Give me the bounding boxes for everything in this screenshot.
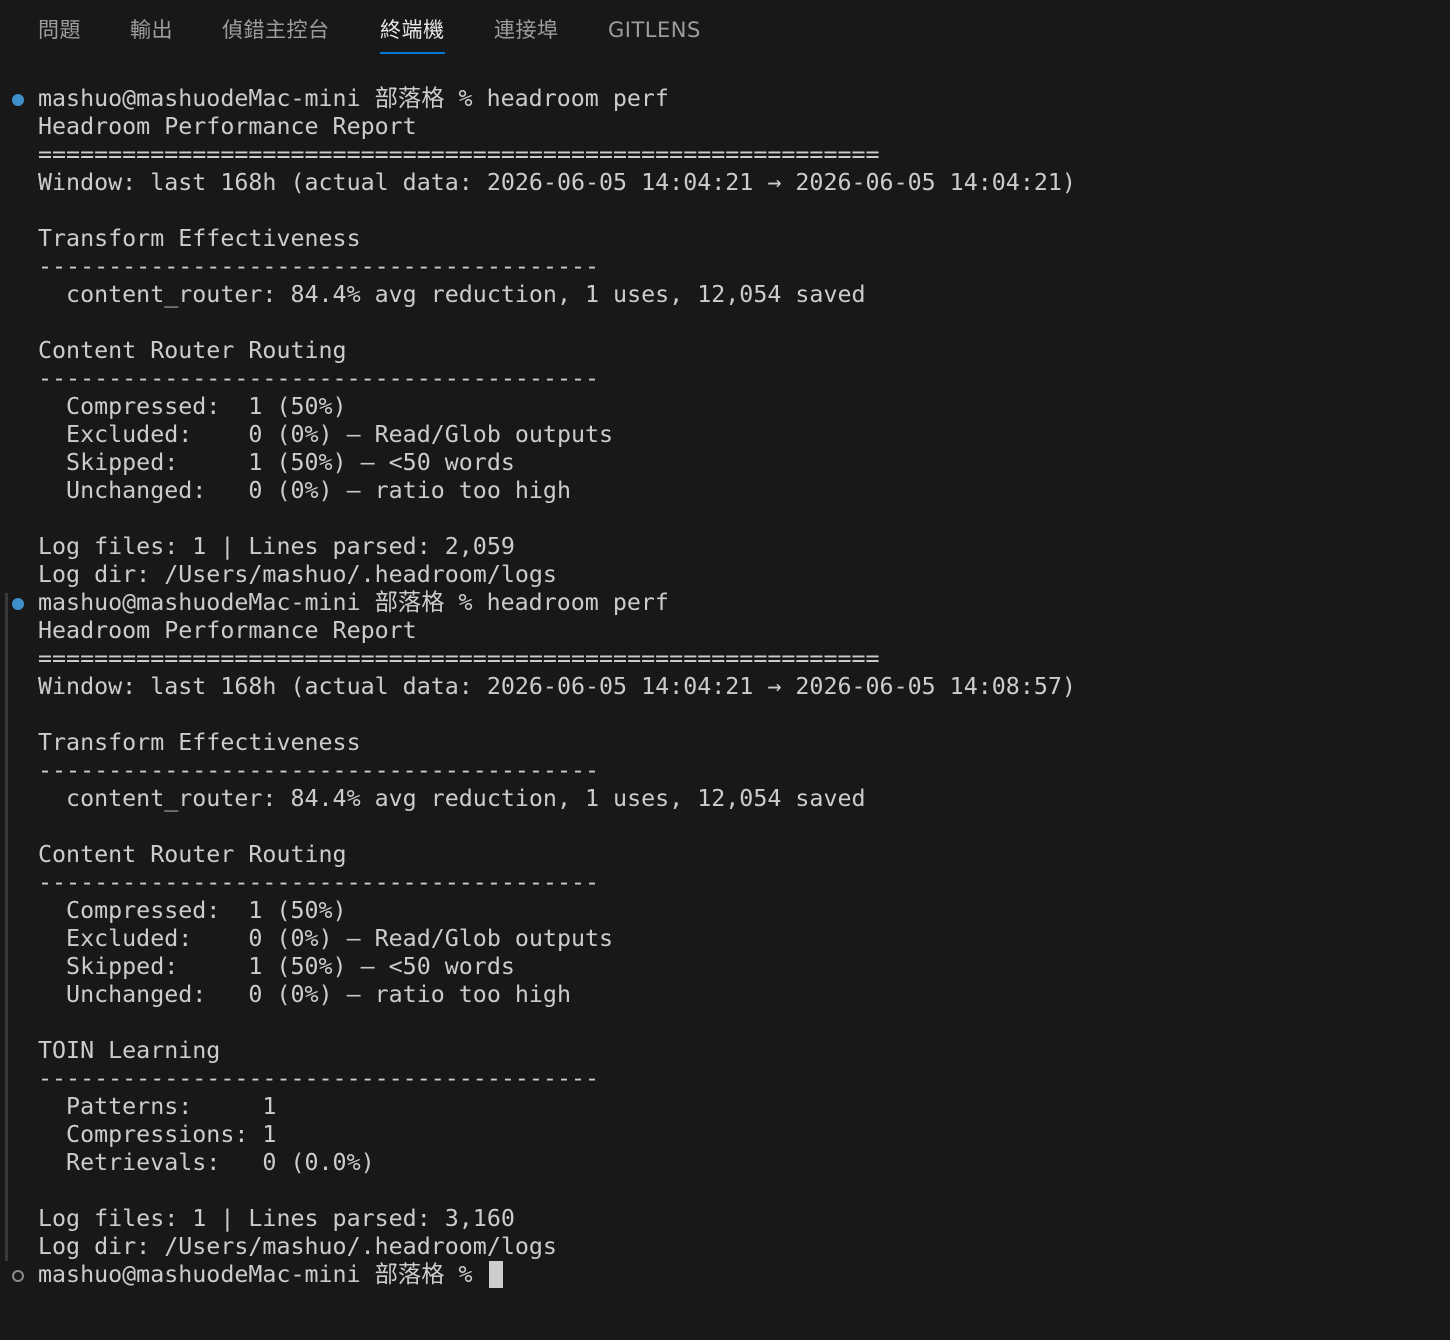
output-line: Unchanged: 0 (0%) — ratio too high bbox=[38, 981, 571, 1008]
tab-debug-console[interactable]: 偵錯主控台 bbox=[222, 14, 330, 54]
terminal-output[interactable]: mashuo@mashuodeMac-mini 部落格 % headroom p… bbox=[0, 85, 1450, 1305]
output-line: Excluded: 0 (0%) — Read/Glob outputs bbox=[38, 421, 614, 448]
output-line: content_router: 84.4% avg reduction, 1 u… bbox=[38, 785, 866, 812]
output-line: Log files: 1 | Lines parsed: 3,160 bbox=[38, 1205, 515, 1232]
command-success-decoration[interactable] bbox=[12, 598, 24, 610]
output-line: Compressed: 1 (50%) bbox=[38, 393, 347, 420]
output-line: Unchanged: 0 (0%) — ratio too high bbox=[38, 477, 571, 504]
tab-terminal[interactable]: 終端機 bbox=[380, 14, 445, 54]
report-title: Headroom Performance Report bbox=[38, 617, 417, 644]
tab-ports[interactable]: 連接埠 bbox=[494, 14, 559, 54]
panel-tab-bar: 問題 輸出 偵錯主控台 終端機 連接埠 GITLENS bbox=[0, 0, 1450, 60]
prompt-line: mashuo@mashuodeMac-mini 部落格 % headroom p… bbox=[38, 589, 669, 616]
tab-output[interactable]: 輸出 bbox=[130, 14, 173, 54]
separator-line: ========================================… bbox=[38, 645, 880, 672]
separator-line: ---------------------------------------- bbox=[38, 869, 600, 896]
output-line: Skipped: 1 (50%) — <50 words bbox=[38, 953, 515, 980]
separator-line: ---------------------------------------- bbox=[38, 757, 600, 784]
terminal-cursor bbox=[488, 1261, 503, 1288]
section-heading: Transform Effectiveness bbox=[38, 225, 361, 252]
output-line: Skipped: 1 (50%) — <50 words bbox=[38, 449, 515, 476]
output-line: Patterns: 1 bbox=[38, 1093, 277, 1120]
tab-gitlens[interactable]: GITLENS bbox=[608, 14, 701, 54]
output-line: Retrievals: 0 (0.0%) bbox=[38, 1149, 375, 1176]
window-line: Window: last 168h (actual data: 2026-06-… bbox=[38, 169, 1076, 196]
section-heading: Content Router Routing bbox=[38, 841, 347, 868]
output-line: Compressions: 1 bbox=[38, 1121, 277, 1148]
prompt-line: mashuo@mashuodeMac-mini 部落格 % headroom p… bbox=[38, 85, 669, 112]
window-line: Window: last 168h (actual data: 2026-06-… bbox=[38, 673, 1076, 700]
current-prompt[interactable]: mashuo@mashuodeMac-mini 部落格 % bbox=[38, 1261, 503, 1289]
command-success-decoration[interactable] bbox=[12, 94, 24, 106]
output-line: Log files: 1 | Lines parsed: 2,059 bbox=[38, 533, 515, 560]
prompt-text: mashuo@mashuodeMac-mini 部落格 % bbox=[38, 1261, 487, 1288]
output-line: Log dir: /Users/mashuo/.headroom/logs bbox=[38, 1233, 557, 1260]
section-heading: Content Router Routing bbox=[38, 337, 347, 364]
separator-line: ---------------------------------------- bbox=[38, 1065, 600, 1092]
output-line: Excluded: 0 (0%) — Read/Glob outputs bbox=[38, 925, 614, 952]
command-pending-decoration[interactable] bbox=[12, 1270, 24, 1282]
output-line: Log dir: /Users/mashuo/.headroom/logs bbox=[38, 561, 557, 588]
command-gutter-bar bbox=[5, 593, 8, 1261]
output-line: content_router: 84.4% avg reduction, 1 u… bbox=[38, 281, 866, 308]
output-line: Compressed: 1 (50%) bbox=[38, 897, 347, 924]
separator-line: ---------------------------------------- bbox=[38, 253, 600, 280]
separator-line: ========================================… bbox=[38, 141, 880, 168]
tab-problems[interactable]: 問題 bbox=[38, 14, 81, 54]
section-heading: TOIN Learning bbox=[38, 1037, 221, 1064]
report-title: Headroom Performance Report bbox=[38, 113, 417, 140]
section-heading: Transform Effectiveness bbox=[38, 729, 361, 756]
separator-line: ---------------------------------------- bbox=[38, 365, 600, 392]
